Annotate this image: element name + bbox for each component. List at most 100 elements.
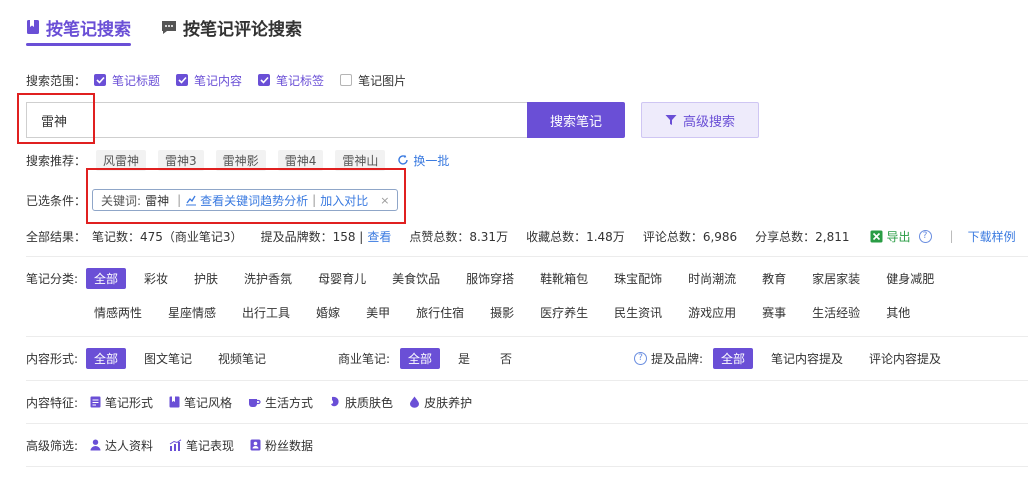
recommend-tag[interactable]: 雷神4 xyxy=(277,149,324,171)
feature-note-style[interactable]: 笔记风格 xyxy=(169,394,232,411)
scope-checkbox-tag[interactable]: 笔记标签 xyxy=(258,72,324,89)
content-form-option[interactable]: 全部 xyxy=(86,347,127,369)
recommend-tag[interactable]: 风雷神 xyxy=(96,149,147,171)
recommend-tag[interactable]: 雷神影 xyxy=(215,149,266,171)
feature-label: 笔记形式 xyxy=(105,395,154,410)
brand-mention-option[interactable]: 笔记内容提及 xyxy=(763,348,851,369)
category-option[interactable]: 家居家装 xyxy=(804,268,868,289)
category-option[interactable]: 婚嫁 xyxy=(308,302,348,323)
scope-checkbox-image[interactable]: 笔记图片 xyxy=(340,72,406,89)
category-option[interactable]: 生活经验 xyxy=(804,302,868,323)
water-drop-icon xyxy=(410,396,420,408)
category-option[interactable]: 护肤 xyxy=(186,268,226,289)
content-form-option[interactable]: 图文笔记 xyxy=(136,348,200,369)
bookmark-icon xyxy=(26,19,40,35)
keyword-trend-link[interactable]: 查看关键词趋势分析 xyxy=(200,192,308,209)
category-option[interactable]: 民生资讯 xyxy=(606,302,670,323)
user-icon xyxy=(90,439,101,451)
brand-mention-filter: ? 提及品牌: 全部 笔记内容提及 评论内容提及 xyxy=(634,347,959,369)
category-option[interactable]: 赛事 xyxy=(754,302,794,323)
checkbox-label: 笔记图片 xyxy=(358,73,407,88)
checkbox-label: 笔记标签 xyxy=(276,73,325,88)
tab-label: 按笔记评论搜索 xyxy=(183,19,302,40)
commercial-option[interactable]: 全部 xyxy=(400,347,441,369)
tab-label: 按笔记搜索 xyxy=(46,19,131,40)
feature-note-form[interactable]: 笔记形式 xyxy=(90,394,153,411)
refresh-recommend-button[interactable]: 换一批 xyxy=(397,152,449,169)
separator: | xyxy=(177,193,182,207)
category-option[interactable]: 其他 xyxy=(878,302,918,323)
help-icon[interactable]: ? xyxy=(634,351,647,365)
view-brands-link[interactable]: 查看 xyxy=(367,228,391,245)
favorites-total: 收藏总数：1.48万 xyxy=(526,229,625,244)
download-sample-link[interactable]: 下载样例 xyxy=(968,228,1016,245)
filter-note-performance[interactable]: 笔记表现 xyxy=(169,437,234,454)
tab-note-search[interactable]: 按笔记搜索 xyxy=(26,12,131,46)
category-option[interactable]: 摄影 xyxy=(482,302,522,323)
add-compare-link[interactable]: 加入对比 xyxy=(320,192,368,209)
commercial-option[interactable]: 否 xyxy=(492,348,520,369)
condition-label: 已选条件： xyxy=(26,193,87,208)
result-stats: 全部结果： 笔记数：475（商业笔记3） 提及品牌数：158 | 查看 点赞总数… xyxy=(26,227,1016,245)
features-label: 内容特征: xyxy=(26,395,79,410)
category-option[interactable]: 旅行住宿 xyxy=(408,302,472,323)
checkbox-label: 笔记内容 xyxy=(194,73,243,88)
category-option[interactable]: 游戏应用 xyxy=(680,302,744,323)
category-option[interactable]: 星座情感 xyxy=(160,302,224,323)
advanced-filter-row: 高级筛选: 达人资料 笔记表现 粉丝数据 xyxy=(26,434,329,456)
category-option[interactable]: 美食饮品 xyxy=(384,268,448,289)
coffee-cup-icon xyxy=(249,399,261,407)
separator: | xyxy=(312,193,317,207)
search-notes-button[interactable]: 搜索笔记 xyxy=(527,102,625,138)
comments-total: 评论总数：6,986 xyxy=(642,229,738,244)
scope-checkbox-title[interactable]: 笔记标题 xyxy=(94,72,160,89)
feature-skin-type[interactable]: 肤质肤色 xyxy=(329,394,393,411)
category-option[interactable]: 美甲 xyxy=(358,302,398,323)
commercial-filter: 商业笔记: 全部 是 否 xyxy=(338,347,530,369)
category-filter-row-1: 笔记分类: 全部 彩妆 护肤 洗护香氛 母婴育儿 美食饮品 服饰穿搭 鞋靴箱包 … xyxy=(26,267,952,289)
help-icon[interactable]: ? xyxy=(918,229,932,243)
category-option[interactable]: 服饰穿搭 xyxy=(458,268,522,289)
filter-label: 粉丝数据 xyxy=(265,438,314,453)
search-recommendations: 搜索推荐： 风雷神 雷神3 雷神影 雷神4 雷神山 换一批 xyxy=(26,149,449,171)
category-option[interactable]: 全部 xyxy=(86,267,127,289)
advanced-filter-label: 高级筛选: xyxy=(26,438,79,453)
category-option[interactable]: 情感两性 xyxy=(86,302,150,323)
search-scope: 搜索范围： 笔记标题 笔记内容 笔记标签 笔记图片 xyxy=(26,71,422,89)
tab-comment-search[interactable]: 按笔记评论搜索 xyxy=(161,12,302,42)
scope-checkbox-content[interactable]: 笔记内容 xyxy=(176,72,242,89)
brand-mention-option[interactable]: 评论内容提及 xyxy=(861,348,949,369)
advanced-search-button[interactable]: 高级搜索 xyxy=(641,102,759,138)
category-option[interactable]: 时尚潮流 xyxy=(680,268,744,289)
scope-label: 搜索范围： xyxy=(26,73,87,88)
recommend-tag[interactable]: 雷神3 xyxy=(158,149,204,171)
content-form-label: 内容形式: xyxy=(26,351,79,366)
category-option[interactable]: 出行工具 xyxy=(234,302,298,323)
divider xyxy=(26,380,1028,381)
search-input[interactable] xyxy=(26,102,528,138)
search-mode-tabs: 按笔记搜索 按笔记评论搜索 xyxy=(26,12,332,46)
category-option[interactable]: 医疗养生 xyxy=(532,302,596,323)
selected-conditions: 已选条件： 关键词: 雷神 | 查看关键词趋势分析 | 加入对比 × xyxy=(26,189,399,211)
category-option[interactable]: 珠宝配饰 xyxy=(606,268,670,289)
feature-skin-care[interactable]: 皮肤养护 xyxy=(409,394,472,411)
export-button[interactable]: 导出 xyxy=(870,228,911,245)
category-option[interactable]: 教育 xyxy=(754,268,794,289)
filter-fan-data[interactable]: 粉丝数据 xyxy=(250,437,313,454)
commercial-option[interactable]: 是 xyxy=(450,348,478,369)
likes-total: 点赞总数：8.31万 xyxy=(409,229,509,244)
filter-influencer-profile[interactable]: 达人资料 xyxy=(90,437,153,454)
category-option[interactable]: 彩妆 xyxy=(136,268,176,289)
content-form-option[interactable]: 视频笔记 xyxy=(210,348,274,369)
divider xyxy=(26,466,1028,467)
category-option[interactable]: 母婴育儿 xyxy=(310,268,374,289)
brand-mention-option[interactable]: 全部 xyxy=(713,347,754,369)
checkbox-checked-icon xyxy=(258,74,271,86)
excel-icon xyxy=(870,230,883,242)
category-option[interactable]: 洗护香氛 xyxy=(236,268,300,289)
category-option[interactable]: 健身减肥 xyxy=(878,268,942,289)
recommend-tag[interactable]: 雷神山 xyxy=(335,149,386,171)
category-option[interactable]: 鞋靴箱包 xyxy=(532,268,596,289)
feature-lifestyle[interactable]: 生活方式 xyxy=(248,394,313,411)
close-icon[interactable]: × xyxy=(380,194,389,207)
